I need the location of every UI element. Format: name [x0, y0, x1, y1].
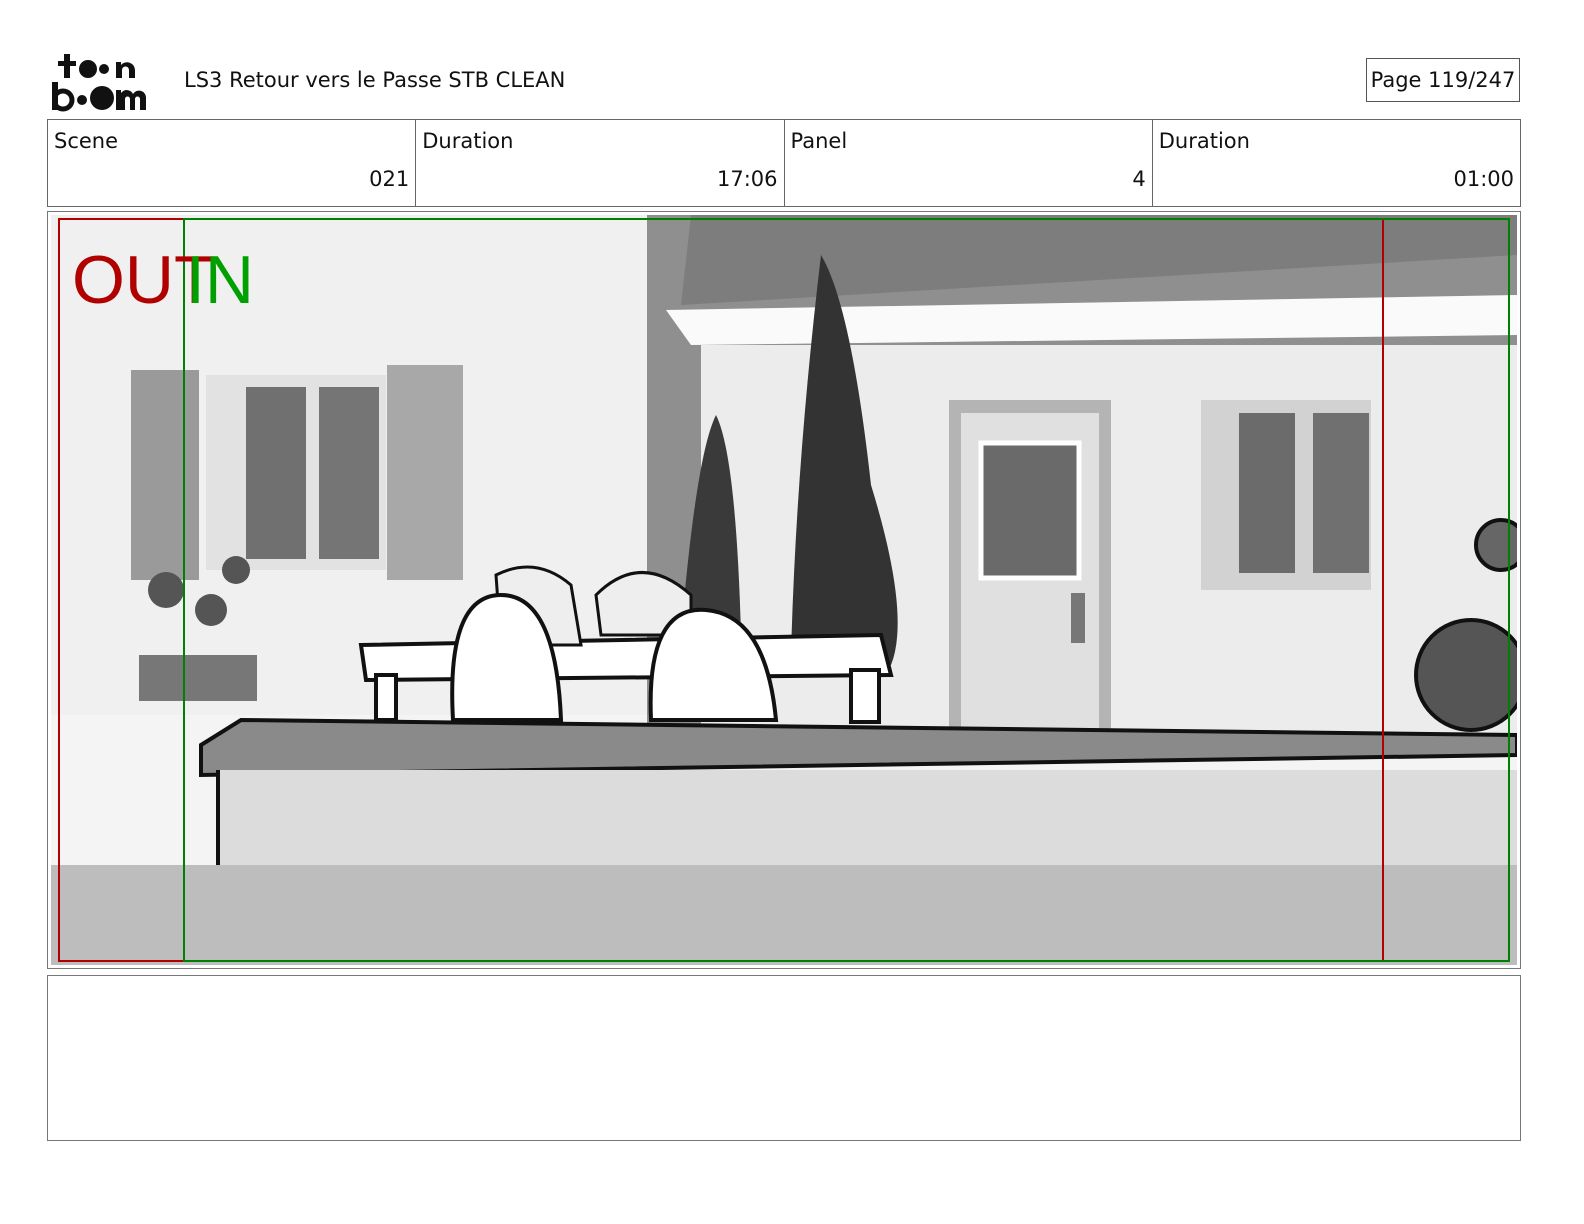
panel-drawing: [51, 215, 1517, 965]
panel-duration-cell: Duration 01:00: [1153, 120, 1520, 206]
scene-label: Scene: [54, 129, 119, 153]
in-marker-label: IN: [186, 242, 254, 318]
panel-value: 4: [1132, 167, 1146, 191]
page-number: Page 119/247: [1366, 58, 1520, 102]
panel-cell: Panel 4: [785, 120, 1153, 206]
panel-duration-label: Duration: [1158, 129, 1250, 153]
panel-duration-value: 01:00: [1453, 167, 1514, 191]
panel-notes-box: [47, 975, 1521, 1141]
scene-duration-cell: Duration 17:06: [416, 120, 785, 206]
scene-duration-label: Duration: [422, 129, 514, 153]
panel-label: Panel: [790, 129, 848, 153]
storyboard-panel: OUT IN: [47, 211, 1521, 969]
scene-cell: Scene 021: [48, 120, 417, 206]
scene-value: 021: [369, 167, 410, 191]
panel-info-table: Scene 021 Duration 17:06 Panel 4 Duration 01…: [47, 119, 1521, 207]
scene-duration-value: 17:06: [716, 167, 778, 191]
toon-boom-logo: [52, 54, 147, 112]
project-title: LS3 Retour vers le Passe STB CLEAN: [184, 68, 566, 92]
